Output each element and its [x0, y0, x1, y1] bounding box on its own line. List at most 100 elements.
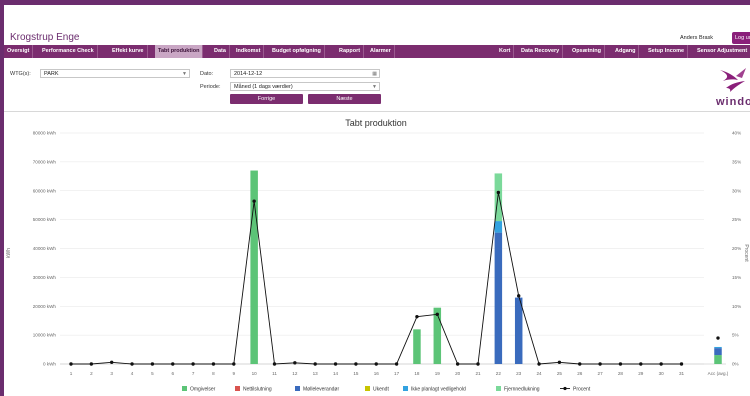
- percent-point: [557, 360, 562, 364]
- percent-point: [659, 362, 663, 366]
- y-tick-label: 20000 kWh: [33, 304, 57, 309]
- percent-point: [578, 362, 582, 366]
- percent-point: [537, 362, 541, 366]
- x-tick-label: 19: [435, 371, 441, 376]
- x-tick-label: 9: [233, 371, 236, 376]
- percent-line-layer: [69, 190, 720, 366]
- percent-point: [69, 362, 73, 366]
- legend-swatch: [365, 386, 370, 391]
- percent-point: [272, 362, 277, 366]
- x-tick-label: 10: [252, 371, 258, 376]
- lost-production-chart: Tabt produktion kWh Procent 0 kWh 10000 k…: [6, 118, 749, 393]
- y-tick-label: 80000 kWh: [33, 131, 57, 136]
- y2-tick-label: 20%: [732, 246, 741, 251]
- x-tick-label: 5: [151, 371, 154, 376]
- percent-point: [496, 190, 501, 195]
- legend-label: Ukendt: [373, 387, 389, 393]
- x-tick-label: 28: [618, 371, 624, 376]
- bar-segment: [714, 355, 722, 364]
- bar-segment: [494, 221, 503, 233]
- percent-point: [252, 199, 256, 203]
- x-tick-label: 13: [313, 371, 319, 376]
- legend-label: Ikke planlagt vedligehold: [411, 387, 466, 393]
- percent-point: [716, 336, 720, 340]
- legend-swatch: [295, 386, 300, 391]
- x-tick-label: 18: [414, 371, 420, 376]
- y2-tick-label: 5%: [732, 333, 739, 338]
- legend-swatch: [182, 386, 187, 391]
- percent-point: [130, 362, 134, 366]
- percent-point: [435, 312, 439, 317]
- legend-label: Mølleleverandør: [303, 387, 339, 393]
- percent-point: [679, 362, 684, 366]
- x-tick-label: 30: [659, 371, 665, 376]
- percent-point: [455, 362, 460, 366]
- y2-tick-label: 10%: [732, 304, 741, 309]
- y2-tick-label: 35%: [732, 159, 741, 164]
- percent-point: [150, 362, 155, 366]
- x-tick-label: 2: [90, 371, 93, 376]
- y2-tick-label: 15%: [732, 275, 741, 280]
- chart-title: Tabt produktion: [345, 118, 407, 128]
- percent-point: [171, 362, 175, 366]
- x-tick-label: 14: [333, 371, 339, 376]
- x-tick-label: 8: [212, 371, 215, 376]
- chart-grid: [60, 132, 726, 365]
- percent-point: [293, 361, 297, 365]
- legend-label: Nettilslutning: [243, 387, 272, 393]
- app-window: Krogstrup Enge Anders Brask Log ud Overs…: [4, 5, 750, 396]
- legend-swatch: [403, 386, 408, 391]
- bar-segment: [413, 329, 421, 364]
- y2-tick-label: 0%: [732, 362, 739, 367]
- x-tick-label: 26: [577, 371, 583, 376]
- x-tick-label: 12: [292, 371, 298, 376]
- percent-point: [374, 362, 378, 366]
- x-tick-label: 1: [70, 371, 73, 376]
- ticks-layer: 0 kWh 10000 kWh 20000 kWh 30000 kWh 40000 kW…: [33, 131, 741, 377]
- bar-segment: [714, 346, 722, 349]
- bar-segment: [514, 297, 523, 364]
- y2-tick-label: 40%: [732, 131, 741, 136]
- x-tick-label: 31: [679, 371, 685, 376]
- x-tick-label: 11: [272, 371, 277, 376]
- y2-tick-label: 30%: [732, 188, 741, 193]
- legend-label: Fjernnedlukning: [504, 387, 540, 393]
- x-tick-label: 24: [536, 371, 542, 376]
- x-tick-label: 29: [638, 371, 644, 376]
- y-tick-label: 50000 kWh: [33, 217, 57, 222]
- y-axis-label: kWh: [6, 248, 12, 258]
- percent-point: [232, 362, 236, 366]
- y-tick-label: 40000 kWh: [33, 246, 57, 251]
- x-tick-label: 27: [598, 371, 604, 376]
- percent-point: [394, 362, 399, 366]
- x-tick-label: 21: [475, 371, 481, 376]
- percent-point: [191, 362, 195, 366]
- percent-point: [354, 362, 358, 366]
- percent-point: [517, 294, 521, 298]
- x-tick-label: 20: [455, 371, 461, 376]
- y2-tick-label: 25%: [732, 217, 741, 222]
- percent-point: [333, 362, 338, 366]
- x-tick-label: 17: [394, 371, 400, 376]
- x-tick-label: 7: [192, 371, 195, 376]
- legend-line-marker: [563, 386, 567, 391]
- percent-point: [211, 362, 216, 366]
- legend-swatch: [235, 386, 240, 391]
- x-tick-label: Acc (avg.): [708, 371, 729, 376]
- legend-swatch: [496, 386, 501, 391]
- legend: Omgivelser Nettilslutning Mølleleverandør U…: [182, 386, 591, 393]
- x-tick-label: 3: [110, 371, 113, 376]
- percent-point: [618, 362, 623, 366]
- x-tick-label: 15: [353, 371, 359, 376]
- y-tick-label: 30000 kWh: [33, 275, 57, 280]
- percent-point: [415, 314, 419, 319]
- percent-point: [598, 362, 602, 366]
- x-tick-label: 16: [374, 371, 380, 376]
- y-tick-label: 10000 kWh: [33, 333, 57, 338]
- bar-segment: [714, 348, 722, 356]
- x-tick-label: 4: [131, 371, 134, 376]
- x-tick-label: 25: [557, 371, 563, 376]
- percent-point: [313, 362, 317, 366]
- x-tick-label: 6: [171, 371, 174, 376]
- legend-label: Procent: [573, 387, 591, 393]
